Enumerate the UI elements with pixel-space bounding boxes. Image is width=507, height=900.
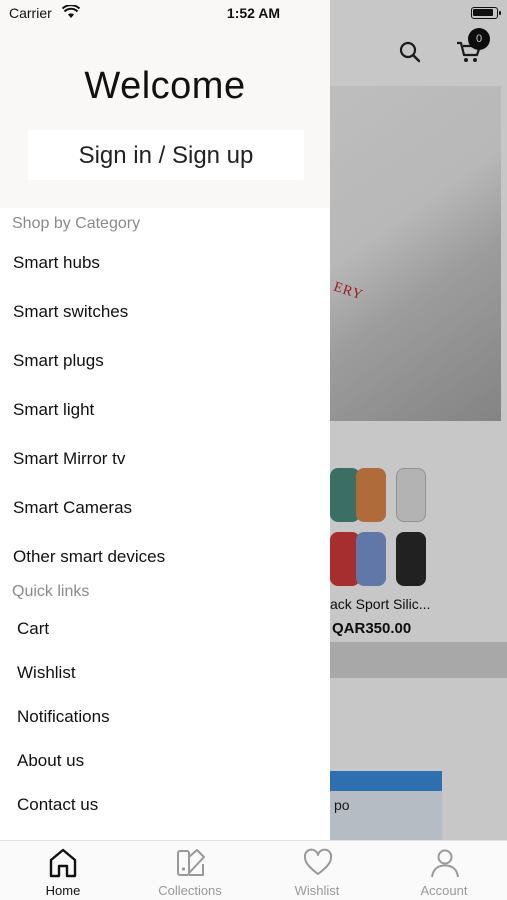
quick-links-title: Quick links <box>12 583 90 600</box>
tab-home-label: Home <box>45 883 81 898</box>
category-smart-hubs[interactable]: Smart hubs <box>13 253 100 273</box>
collections-icon <box>177 849 205 876</box>
account-icon <box>431 849 459 878</box>
tab-collections-label: Collections <box>158 883 222 898</box>
tab-account-label: Account <box>420 883 468 898</box>
quick-link-cart[interactable]: Cart <box>17 619 49 639</box>
category-other-smart-devices[interactable]: Other smart devices <box>13 547 165 567</box>
sign-in-button[interactable]: Sign in / Sign up <box>28 130 304 180</box>
tab-collections[interactable]: Collections <box>127 841 253 900</box>
welcome-title: Welcome <box>84 65 246 107</box>
tab-wishlist[interactable]: Wishlist <box>254 841 380 900</box>
quick-link-notifications[interactable]: Notifications <box>17 707 110 727</box>
category-smart-cameras[interactable]: Smart Cameras <box>13 498 132 518</box>
drawer-header: Welcome Sign in / Sign up <box>0 0 330 208</box>
heart-icon <box>303 848 333 875</box>
quick-link-about-us[interactable]: About us <box>17 751 84 771</box>
category-smart-switches[interactable]: Smart switches <box>13 302 128 322</box>
battery-icon <box>471 7 501 19</box>
tab-bar: Home Collections Wishlist Account <box>0 840 507 900</box>
status-bar: Carrier 1:52 AM <box>0 0 507 26</box>
status-time: 1:52 AM <box>226 5 281 21</box>
shop-by-category-title: Shop by Category <box>12 215 141 232</box>
category-smart-light[interactable]: Smart light <box>13 400 94 420</box>
tab-home[interactable]: Home <box>0 841 126 900</box>
quick-link-contact-us[interactable]: Contact us <box>17 795 98 815</box>
category-smart-plugs[interactable]: Smart plugs <box>13 351 104 371</box>
quick-link-wishlist[interactable]: Wishlist <box>17 663 76 683</box>
tab-account[interactable]: Account <box>381 841 507 900</box>
tab-wishlist-label: Wishlist <box>294 883 340 898</box>
home-icon <box>49 848 77 878</box>
side-drawer: Welcome Sign in / Sign up Shop by Catego… <box>0 0 330 840</box>
category-smart-mirror-tv[interactable]: Smart Mirror tv <box>13 449 125 469</box>
